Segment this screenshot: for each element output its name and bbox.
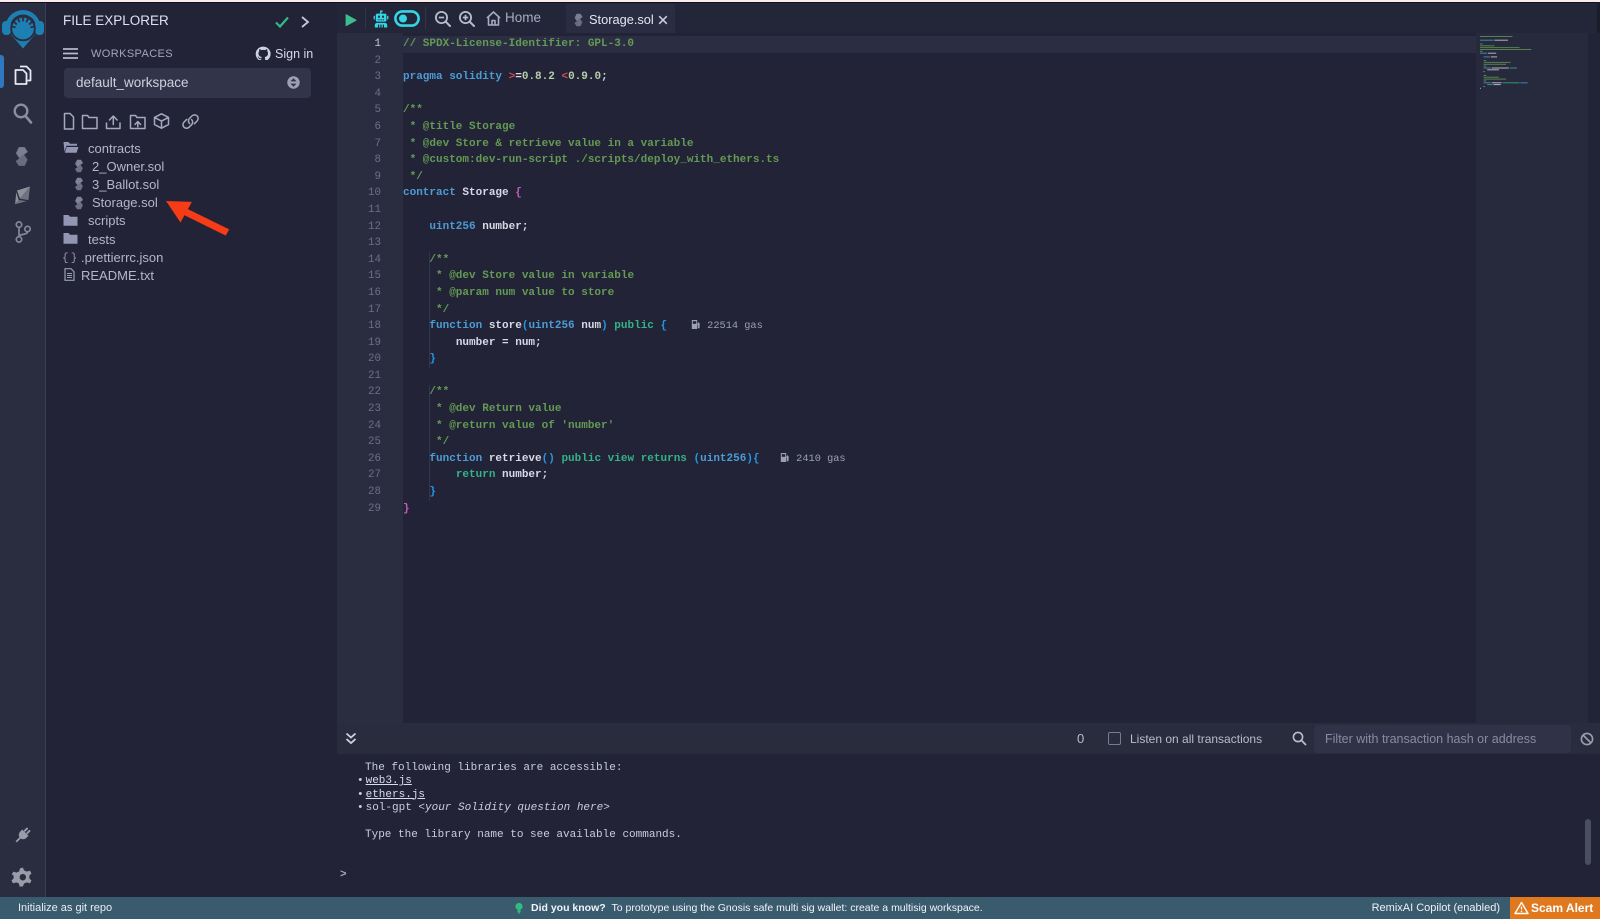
svg-text:{ }: { } bbox=[62, 253, 76, 264]
